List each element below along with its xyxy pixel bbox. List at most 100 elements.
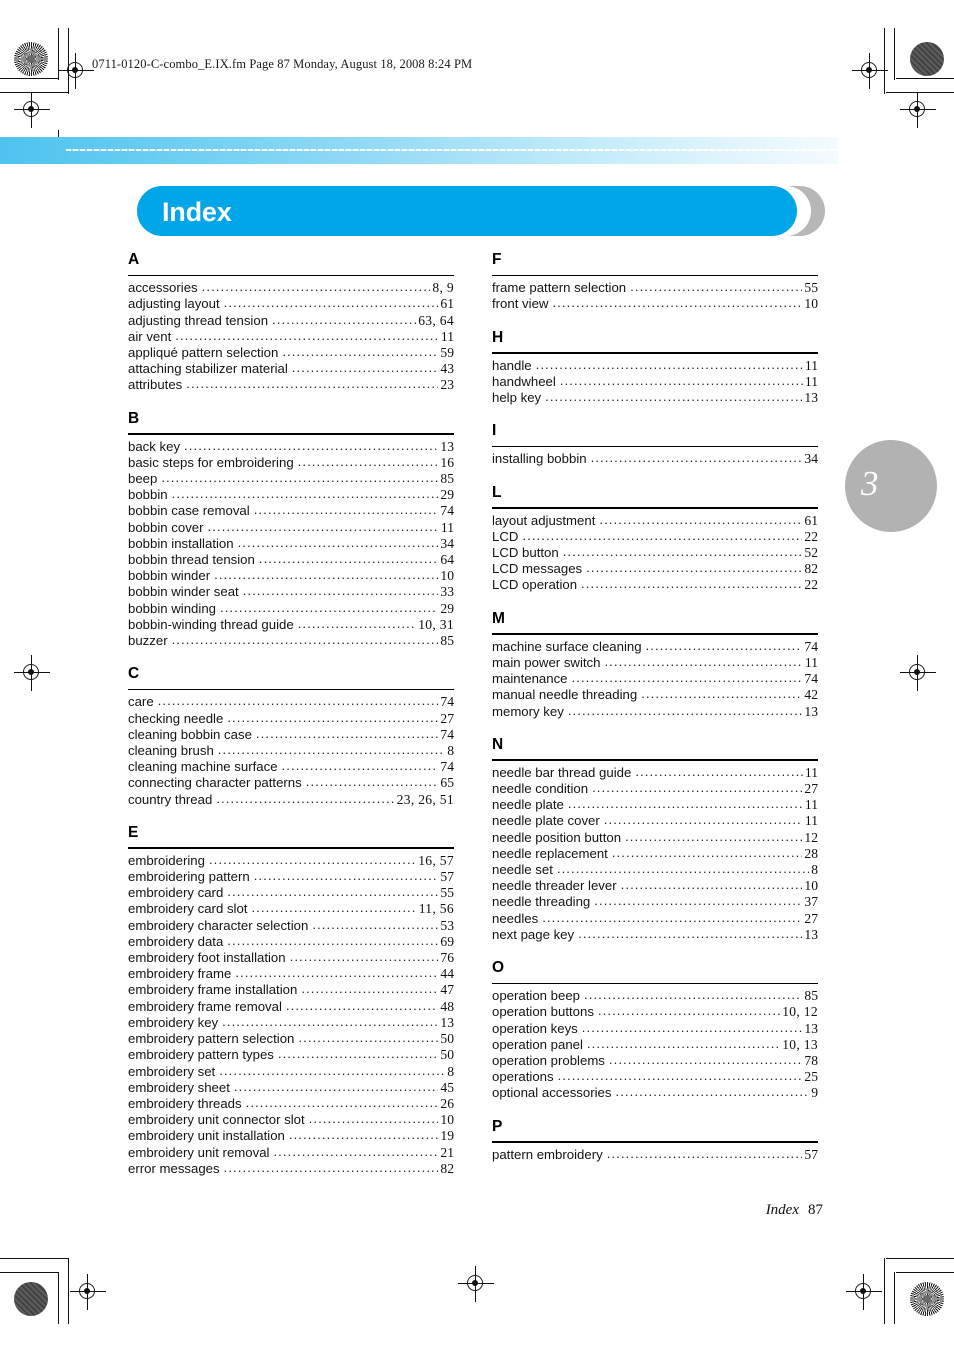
index-entry[interactable]: care....................................…: [128, 694, 454, 710]
index-entry[interactable]: embroidery frame installation...........…: [128, 982, 454, 998]
index-entry-leader-dots: ........................................…: [251, 901, 417, 916]
index-entry[interactable]: help key................................…: [492, 390, 818, 406]
index-entry[interactable]: buzzer..................................…: [128, 633, 454, 649]
index-entry-leader-dots: ........................................…: [571, 671, 803, 686]
index-entry[interactable]: adjusting thread tension................…: [128, 313, 454, 329]
index-entry[interactable]: front view..............................…: [492, 296, 818, 312]
index-entry[interactable]: machine surface cleaning................…: [492, 639, 818, 655]
index-entry[interactable]: connecting character patterns...........…: [128, 775, 454, 791]
index-entry[interactable]: embroidery pattern selection............…: [128, 1031, 454, 1047]
letter-heading: M: [492, 609, 505, 627]
index-entry[interactable]: appliqué pattern selection..............…: [128, 345, 454, 361]
index-entry[interactable]: embroidery unit connector slot..........…: [128, 1112, 454, 1128]
index-entry[interactable]: needle plate cover......................…: [492, 813, 818, 829]
index-entry[interactable]: next page key...........................…: [492, 927, 818, 943]
index-entry[interactable]: memory key..............................…: [492, 704, 818, 720]
index-entry[interactable]: embroidery key..........................…: [128, 1015, 454, 1031]
index-entry[interactable]: embroidery sheet........................…: [128, 1080, 454, 1096]
index-entry[interactable]: embroidery data.........................…: [128, 934, 454, 950]
index-entry[interactable]: bobbin installation.....................…: [128, 536, 454, 552]
index-entry[interactable]: needle position button..................…: [492, 830, 818, 846]
index-entry[interactable]: bobbin..................................…: [128, 487, 454, 503]
index-entry[interactable]: manual needle threading.................…: [492, 687, 818, 703]
index-entry[interactable]: bobbin-winding thread guide.............…: [128, 617, 454, 633]
index-entry-leader-dots: ........................................…: [253, 869, 439, 884]
index-entry-leader-dots: ........................................…: [604, 654, 803, 669]
index-entry[interactable]: bobbin cover............................…: [128, 520, 454, 536]
index-entry[interactable]: beep....................................…: [128, 471, 454, 487]
index-columns: Aaccessories............................…: [128, 252, 818, 1194]
index-entry[interactable]: cleaning machine surface................…: [128, 759, 454, 775]
index-entry[interactable]: maintenance.............................…: [492, 671, 818, 687]
index-entry[interactable]: embroidery frame removal................…: [128, 999, 454, 1015]
index-entry[interactable]: cleaning bobbin case....................…: [128, 727, 454, 743]
index-entry[interactable]: embroidery threads......................…: [128, 1096, 454, 1112]
index-entry[interactable]: LCD.....................................…: [492, 529, 818, 545]
index-entry[interactable]: layout adjustment.......................…: [492, 513, 818, 529]
index-entry[interactable]: error messages..........................…: [128, 1161, 454, 1177]
index-entry[interactable]: country thread..........................…: [128, 792, 454, 808]
index-entry[interactable]: embroidery set..........................…: [128, 1064, 454, 1080]
index-entry-page-number: 21: [440, 1144, 454, 1160]
index-entry[interactable]: embroidery pattern types................…: [128, 1047, 454, 1063]
index-entry-leader-dots: ........................................…: [298, 1031, 438, 1046]
index-entry[interactable]: accessories.............................…: [128, 280, 454, 296]
index-entry[interactable]: needles.................................…: [492, 911, 818, 927]
index-entry[interactable]: basic steps for embroidering............…: [128, 455, 454, 471]
index-entry[interactable]: needle condition........................…: [492, 781, 818, 797]
index-entry[interactable]: checking needle.........................…: [128, 711, 454, 727]
index-entry[interactable]: bobbin winding..........................…: [128, 601, 454, 617]
index-entry[interactable]: embroidery foot installation............…: [128, 950, 454, 966]
index-entry[interactable]: pattern embroidery......................…: [492, 1147, 818, 1163]
index-entry[interactable]: bobbin case removal.....................…: [128, 503, 454, 519]
index-entry[interactable]: main power switch.......................…: [492, 655, 818, 671]
index-entry[interactable]: LCD operation...........................…: [492, 577, 818, 593]
index-entry-leader-dots: ........................................…: [556, 862, 809, 877]
crop-line-top-left-h: [0, 78, 58, 80]
index-entry[interactable]: cleaning brush..........................…: [128, 743, 454, 759]
index-entry[interactable]: embroidery frame........................…: [128, 966, 454, 982]
index-entry[interactable]: embroidery unit installation............…: [128, 1128, 454, 1144]
index-entry[interactable]: bobbin winder seat......................…: [128, 584, 454, 600]
index-entry[interactable]: embroidery card slot....................…: [128, 901, 454, 917]
index-entry[interactable]: needle set..............................…: [492, 862, 818, 878]
index-entry[interactable]: needle bar thread guide.................…: [492, 765, 818, 781]
index-entry[interactable]: attaching stabilizer material...........…: [128, 361, 454, 377]
index-entry[interactable]: needle plate............................…: [492, 797, 818, 813]
index-entry[interactable]: frame pattern selection.................…: [492, 280, 818, 296]
index-entry[interactable]: operation keys..........................…: [492, 1021, 818, 1037]
index-entry[interactable]: optional accessories....................…: [492, 1085, 818, 1101]
index-entry[interactable]: air vent................................…: [128, 329, 454, 345]
index-entry[interactable]: installing bobbin.......................…: [492, 451, 818, 467]
index-entry-page-number: 13: [804, 926, 818, 942]
index-entry[interactable]: needle threader lever...................…: [492, 878, 818, 894]
index-entry[interactable]: bobbin winder...........................…: [128, 568, 454, 584]
index-entry[interactable]: bobbin thread tension...................…: [128, 552, 454, 568]
index-entry[interactable]: operations..............................…: [492, 1069, 818, 1085]
index-entry[interactable]: operation problems......................…: [492, 1053, 818, 1069]
index-entry[interactable]: handle..................................…: [492, 358, 818, 374]
index-entry[interactable]: embroidery character selection..........…: [128, 918, 454, 934]
index-entry[interactable]: embroidering pattern....................…: [128, 869, 454, 885]
index-entry[interactable]: operation beep..........................…: [492, 988, 818, 1004]
index-entry[interactable]: operation panel.........................…: [492, 1037, 818, 1053]
index-entry[interactable]: handwheel...............................…: [492, 374, 818, 390]
index-entry[interactable]: back key................................…: [128, 439, 454, 455]
index-entry[interactable]: attributes..............................…: [128, 377, 454, 393]
index-entry-leader-dots: ........................................…: [255, 726, 439, 741]
index-entry-term: embroidery foot installation: [128, 950, 286, 966]
index-entry-term: accessories: [128, 280, 198, 296]
index-entry[interactable]: adjusting layout........................…: [128, 296, 454, 312]
index-entry[interactable]: embroidery card.........................…: [128, 885, 454, 901]
index-entry[interactable]: LCD button..............................…: [492, 545, 818, 561]
index-entry[interactable]: needle threading........................…: [492, 894, 818, 910]
index-entry[interactable]: operation buttons.......................…: [492, 1004, 818, 1020]
index-entry-term: appliqué pattern selection: [128, 344, 279, 360]
index-entry[interactable]: embroidering............................…: [128, 853, 454, 869]
index-entry-leader-dots: ........................................…: [245, 1095, 439, 1110]
index-entry[interactable]: needle replacement......................…: [492, 846, 818, 862]
index-entry-page-number: 55: [804, 280, 818, 296]
index-entry[interactable]: embroidery unit removal.................…: [128, 1145, 454, 1161]
index-entry[interactable]: LCD messages............................…: [492, 561, 818, 577]
index-entry-leader-dots: ........................................…: [207, 519, 439, 534]
